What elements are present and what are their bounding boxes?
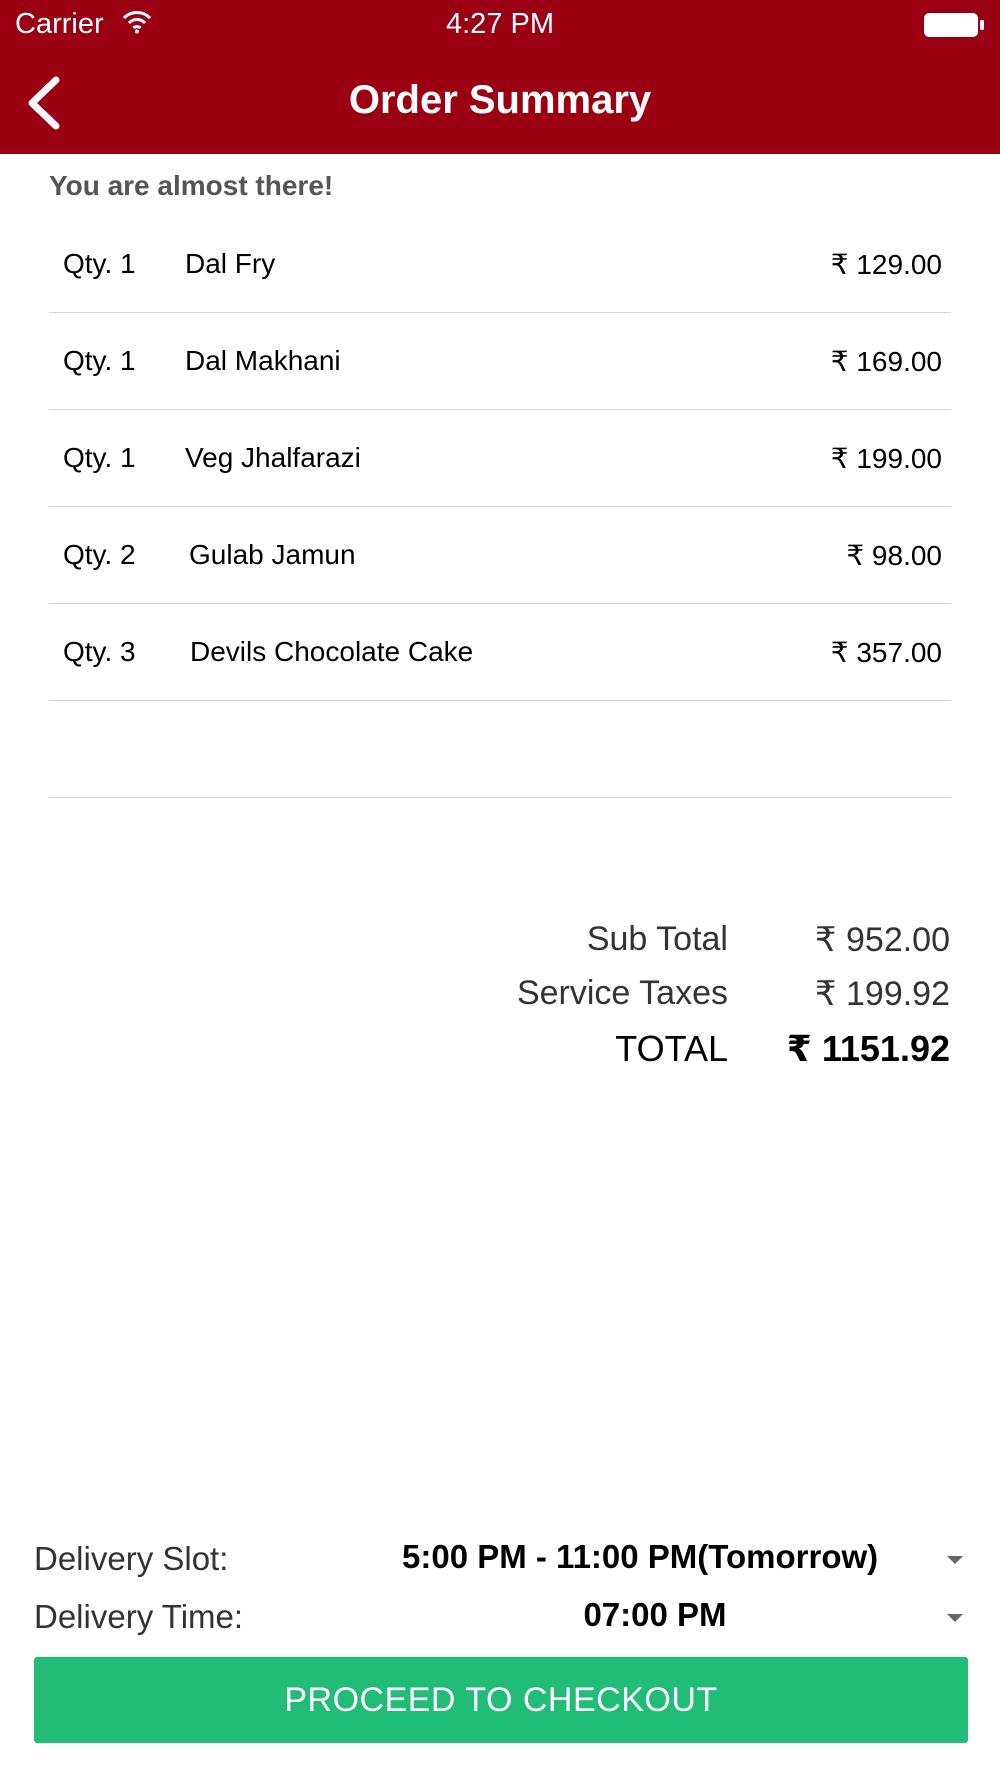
item-price: ₹ 129.00 xyxy=(830,249,942,280)
battery-icon xyxy=(923,12,985,43)
tax-row: Service Taxes ₹ 199.92 xyxy=(0,974,1000,1024)
list-item-empty xyxy=(49,701,951,798)
item-qty: Qty. 2 xyxy=(63,539,136,570)
item-price: ₹ 98.00 xyxy=(846,540,942,571)
item-qty: Qty. 3 xyxy=(63,636,136,667)
page-title: Order Summary xyxy=(348,78,652,122)
subtotal-label: Sub Total xyxy=(586,920,728,958)
order-items-list: Qty. 1 Dal Fry ₹ 129.00 Qty. 1 Dal Makha… xyxy=(49,216,951,798)
tax-value: ₹ 199.92 xyxy=(814,975,950,1013)
delivery-time-row[interactable]: Delivery Time: 07:00 PM xyxy=(0,1588,1000,1644)
delivery-slot-select[interactable]: 5:00 PM - 11:00 PM(Tomorrow) xyxy=(340,1538,970,1576)
list-item: Qty. 2 Gulab Jamun ₹ 98.00 xyxy=(49,507,951,604)
subtotal-value: ₹ 952.00 xyxy=(814,921,950,959)
item-name: Dal Makhani xyxy=(185,345,341,376)
delivery-slot-label: Delivery Slot: xyxy=(34,1540,229,1577)
nav-header: Carrier 4:27 PM Order Summary xyxy=(0,0,1000,154)
status-bar: Carrier 4:27 PM xyxy=(0,0,1000,50)
delivery-time-select[interactable]: 07:00 PM xyxy=(530,1596,780,1634)
status-time: 4:27 PM xyxy=(446,8,554,40)
tax-label: Service Taxes xyxy=(516,974,728,1012)
delivery-slot-row[interactable]: Delivery Slot: 5:00 PM - 11:00 PM(Tomorr… xyxy=(0,1530,1000,1586)
item-name: Gulab Jamun xyxy=(189,539,356,570)
total-value: ₹ 1151.92 xyxy=(786,1028,950,1069)
item-name: Veg Jhalfarazi xyxy=(185,442,361,473)
item-qty: Qty. 1 xyxy=(63,248,136,279)
list-item: Qty. 1 Veg Jhalfarazi ₹ 199.00 xyxy=(49,410,951,507)
item-qty: Qty. 1 xyxy=(63,345,136,376)
item-name: Devils Chocolate Cake xyxy=(190,636,474,667)
item-price: ₹ 199.00 xyxy=(830,443,942,474)
item-price: ₹ 357.00 xyxy=(830,637,942,668)
dropdown-arrow-icon[interactable] xyxy=(946,1610,964,1628)
list-item: Qty. 3 Devils Chocolate Cake ₹ 357.00 xyxy=(49,604,951,701)
list-item: Qty. 1 Dal Makhani ₹ 169.00 xyxy=(49,313,951,410)
delivery-time-label: Delivery Time: xyxy=(34,1598,244,1635)
list-item: Qty. 1 Dal Fry ₹ 129.00 xyxy=(49,216,951,313)
total-label: TOTAL xyxy=(615,1028,728,1069)
subtitle: You are almost there! xyxy=(49,170,334,201)
total-row: TOTAL ₹ 1151.92 xyxy=(0,1028,1000,1078)
item-price: ₹ 169.00 xyxy=(830,346,942,377)
proceed-to-checkout-button[interactable]: PROCEED TO CHECKOUT xyxy=(34,1657,968,1743)
dropdown-arrow-icon[interactable] xyxy=(946,1552,964,1570)
item-name: Dal Fry xyxy=(185,248,276,279)
item-qty: Qty. 1 xyxy=(63,442,136,473)
subtotal-row: Sub Total ₹ 952.00 xyxy=(0,920,1000,970)
